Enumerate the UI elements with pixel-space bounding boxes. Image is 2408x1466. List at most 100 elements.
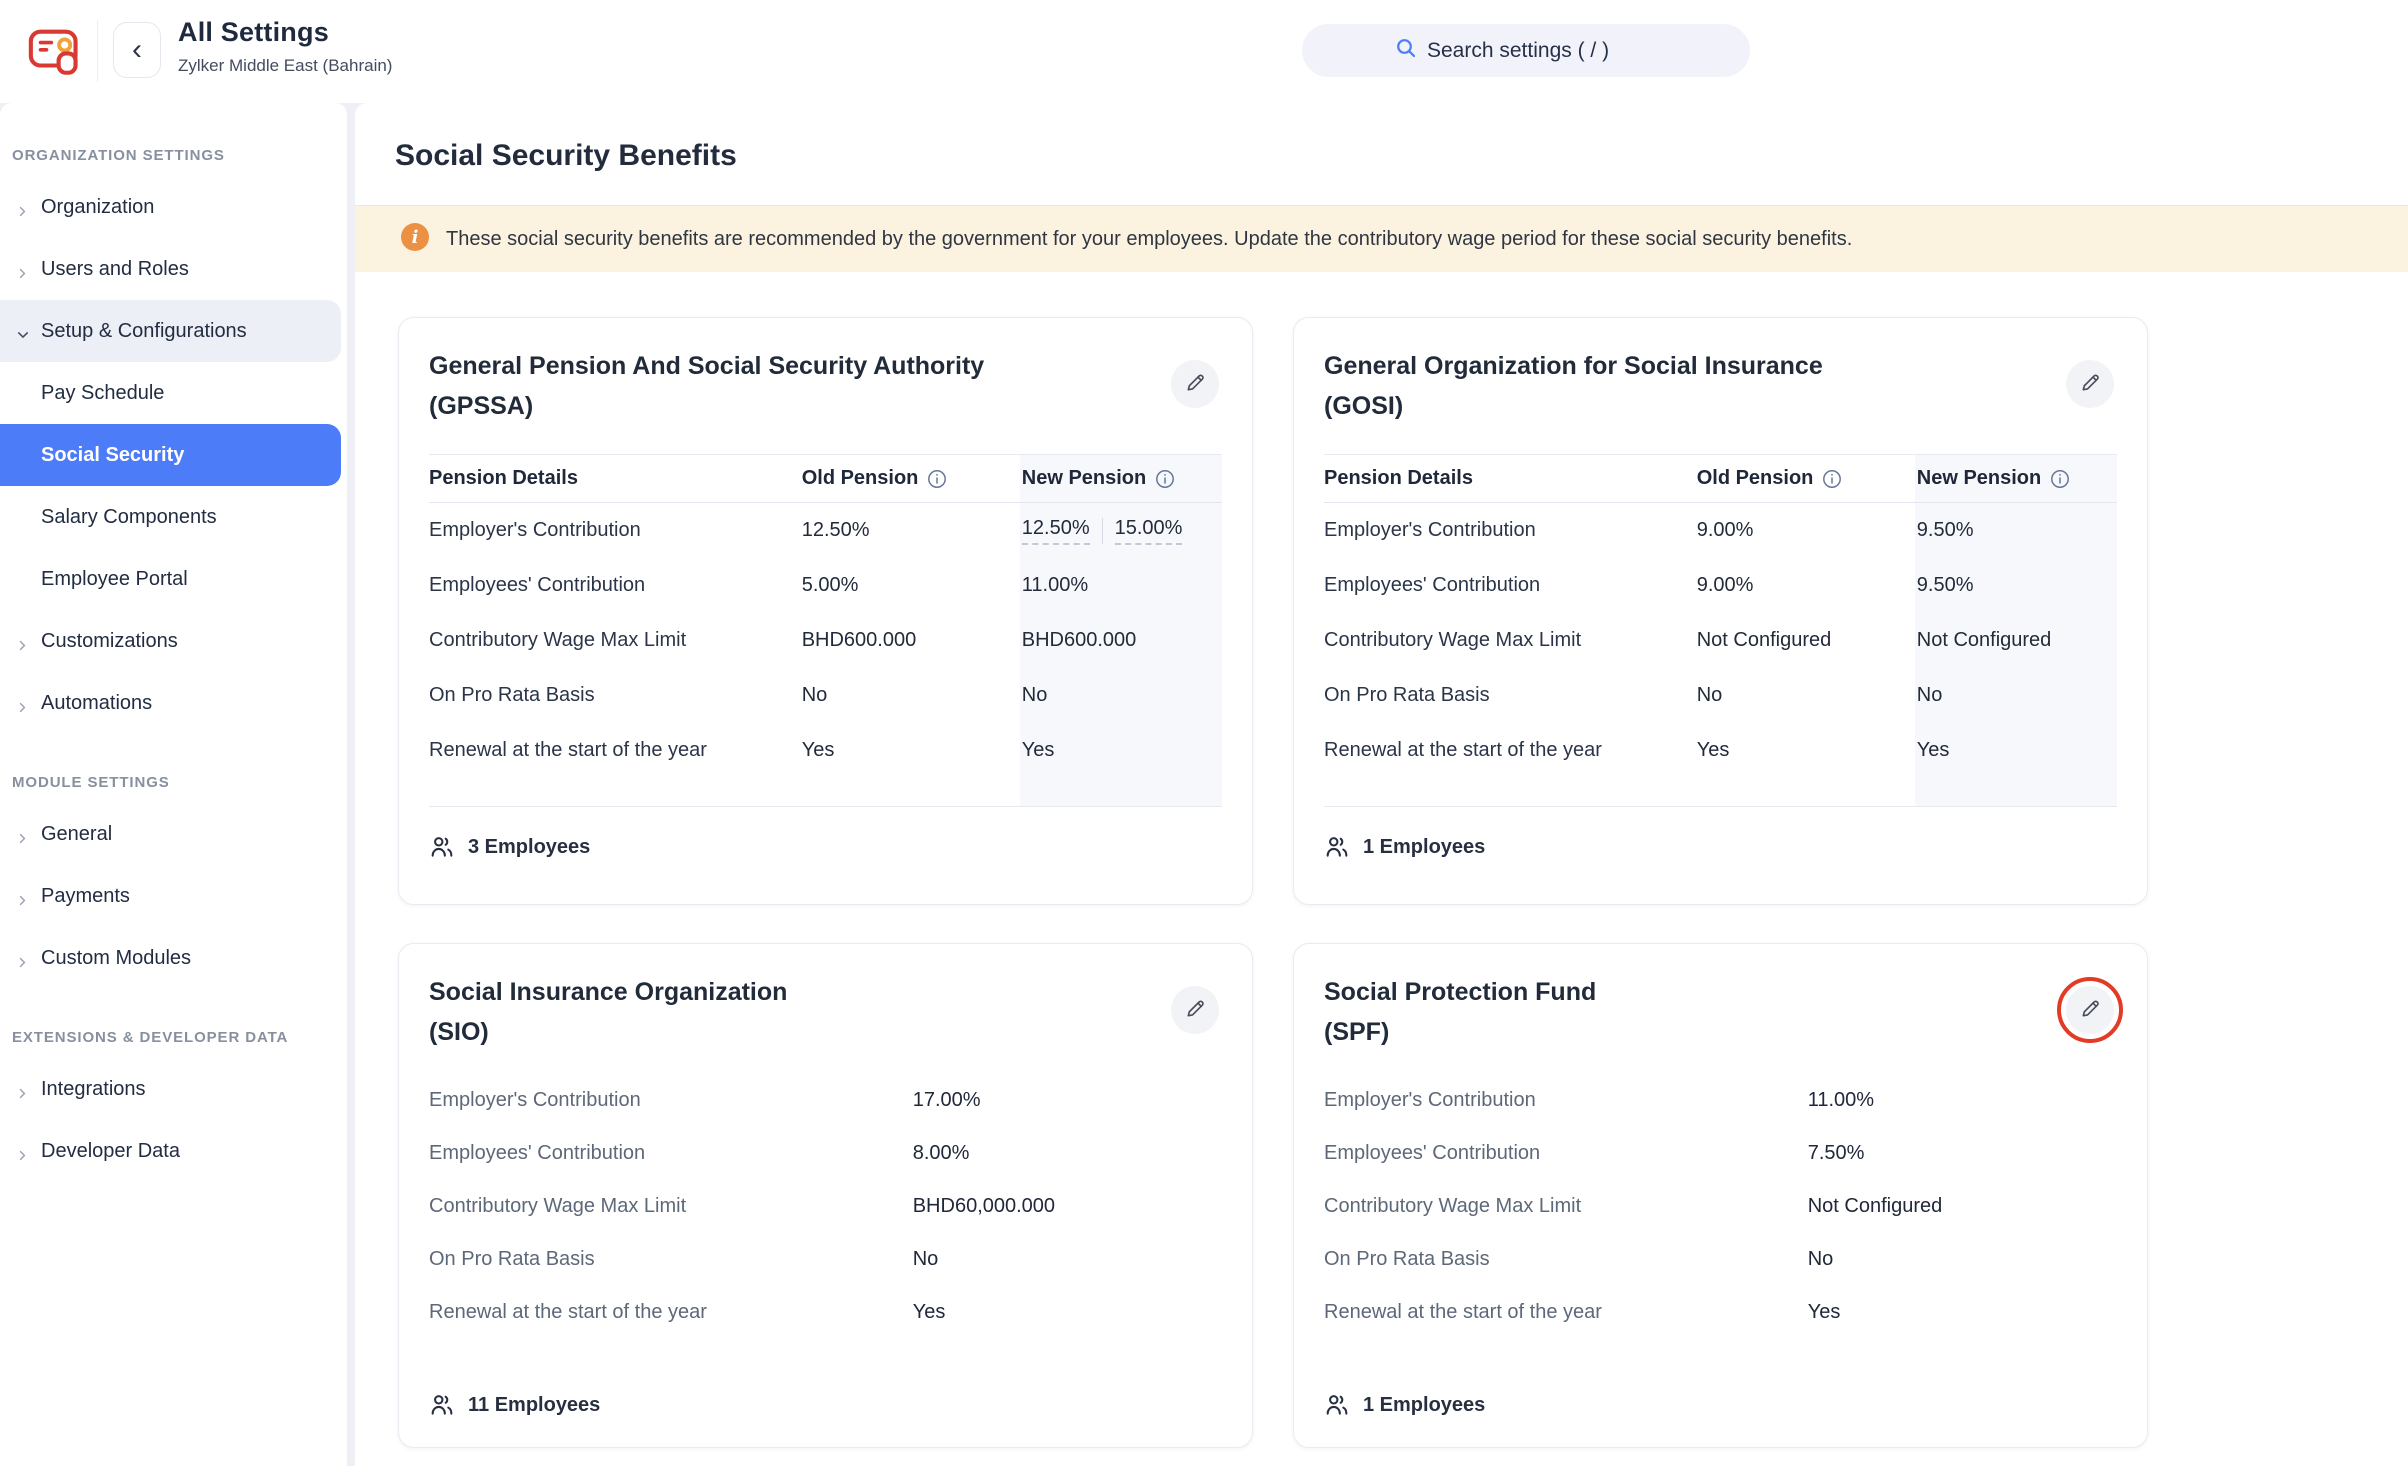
pension-value-tooltip[interactable]: 12.50% [1022,517,1090,545]
row-label: Employees' Contribution [1324,1142,1808,1165]
new-pension-value: Not Configured [1915,613,2117,668]
new-pension-value: Yes [1915,723,2117,778]
edit-button-gpssa[interactable] [1171,360,1219,408]
search-input[interactable] [1427,39,1657,63]
pencil-icon [2079,997,2102,1023]
users-icon [429,1392,455,1418]
users-icon [1324,834,1350,860]
sidebar-item-social-security[interactable]: Social Security [0,424,341,486]
card-title-line2: (SPF) [1324,1018,1389,1046]
chevron-right-icon [16,890,29,903]
sidebar-item-salary-components[interactable]: Salary Components [0,486,341,548]
row-label: Contributory Wage Max Limit [429,613,802,668]
back-button[interactable]: ‹ [113,22,161,78]
spacer [429,778,802,806]
new-pension-value: Yes [1020,723,1222,778]
sidebar-item-setup-configurations[interactable]: Setup & Configurations [0,300,341,362]
chevron-right-icon [16,828,29,841]
column-header: Pension Details [429,455,802,502]
info-circle-icon[interactable] [2050,469,2070,489]
sidebar-item-organization[interactable]: Organization [0,176,341,238]
spacer [1697,778,1915,806]
pension-table-row: On Pro Rata BasisNoNo [1324,668,2117,723]
payroll-logo-icon [26,22,84,80]
old-pension-value: Yes [1697,723,1915,778]
card-title: Social Protection Fund(SPF) [1324,972,2117,1052]
employees-count: 3 Employees [429,807,1222,887]
sidebar-item-label: Developer Data [41,1140,180,1163]
pension-table-row: Contributory Wage Max Limit Not Configure… [1324,613,2117,668]
row-label: Employees' Contribution [1324,558,1697,613]
pencil-icon [1184,371,1207,397]
edit-button-sio[interactable] [1171,986,1219,1034]
card-title: Social Insurance Organization(SIO) [429,972,1222,1052]
pension-table-row: Contributory Wage Max LimitBHD600.000BHD… [429,613,1222,668]
sidebar-item-general[interactable]: General [0,803,341,865]
old-pension-value: 9.00% [1697,503,1915,558]
sidebar-item-developer-data[interactable]: Developer Data [0,1120,341,1182]
sidebar-item-label: Users and Roles [41,258,189,281]
sidebar-item-label: Pay Schedule [41,382,164,405]
card-title-line1: General Organization for Social Insuranc… [1324,352,1823,380]
sidebar-item-label: Custom Modules [41,947,191,970]
sidebar-item-custom-modules[interactable]: Custom Modules [0,927,341,989]
sidebar-item-label: Customizations [41,630,178,653]
benefit-card-gosi: General Organization for Social Insuranc… [1293,317,2148,905]
row-value: Yes [1808,1301,1841,1324]
sidebar-item-label: Payments [41,885,130,908]
sidebar-section-label: ORGANIZATION SETTINGS [0,147,347,164]
search-settings[interactable] [1302,24,1750,77]
old-pension-value: BHD600.000 [802,613,1020,668]
sidebar-item-users-and-roles[interactable]: Users and Roles [0,238,341,300]
card-title-line2: (GOSI) [1324,392,1403,420]
column-header: New Pension [1020,455,1222,502]
sidebar-item-payments[interactable]: Payments [0,865,341,927]
sidebar-section-label: EXTENSIONS & DEVELOPER DATA [0,1029,347,1046]
column-header-label: Old Pension [1697,467,1814,490]
column-header: Old Pension [1697,455,1915,502]
row-value: 11.00% [1808,1089,1874,1112]
detail-row: Contributory Wage Max LimitNot Configure… [1324,1180,2117,1233]
info-circle-icon[interactable] [1155,469,1175,489]
pension-value-tooltip[interactable]: 15.00% [1115,517,1183,545]
sidebar-item-pay-schedule[interactable]: Pay Schedule [0,362,341,424]
benefit-cards-grid: General Pension And Social Security Auth… [398,317,2148,1448]
info-circle-icon[interactable] [1822,469,1842,489]
sidebar-item-employee-portal[interactable]: Employee Portal [0,548,341,610]
spacer [802,778,1020,806]
sidebar-item-automations[interactable]: Automations [0,672,341,734]
app-header: ‹ All Settings Zylker Middle East (Bahra… [0,0,2408,103]
column-header-label: New Pension [1917,467,2041,490]
pencil-icon [1184,997,1207,1023]
row-label: Employees' Contribution [429,558,802,613]
sidebar-item-integrations[interactable]: Integrations [0,1058,341,1120]
header-titles: All Settings Zylker Middle East (Bahrain… [178,17,392,76]
row-label: Employees' Contribution [429,1142,913,1165]
row-label: On Pro Rata Basis [1324,1248,1808,1271]
sidebar-item-label: Organization [41,196,154,219]
search-icon [1395,37,1417,64]
pension-table-header: Pension DetailsOld PensionNew Pension [429,454,1222,503]
new-pension-value: 9.50% [1915,503,2117,558]
old-pension-value: No [802,668,1020,723]
value-separator [1102,518,1103,544]
edit-button-spf[interactable] [2066,986,2114,1034]
card-title-line2: (GPSSA) [429,392,533,420]
column-header: Pension Details [1324,455,1697,502]
column-header-label: Pension Details [1324,467,1473,490]
spacer [1324,778,1697,806]
card-title-line2: (SIO) [429,1018,489,1046]
sidebar-item-label: Employee Portal [41,568,188,591]
new-pension-value: 9.50% [1915,558,2117,613]
organization-name: Zylker Middle East (Bahrain) [178,56,392,76]
sidebar-item-customizations[interactable]: Customizations [0,610,341,672]
info-circle-icon[interactable] [927,469,947,489]
row-value: 7.50% [1808,1142,1865,1165]
row-value: No [1808,1248,1834,1271]
row-label: Contributory Wage Max Limit [1324,1195,1808,1218]
spacer [1915,778,2117,806]
row-label: Contributory Wage Max Limit [1324,613,1697,668]
main-panel: Social Security Benefits i These social … [355,103,2408,1466]
chevron-left-icon: ‹ [132,35,142,65]
edit-button-gosi[interactable] [2066,360,2114,408]
